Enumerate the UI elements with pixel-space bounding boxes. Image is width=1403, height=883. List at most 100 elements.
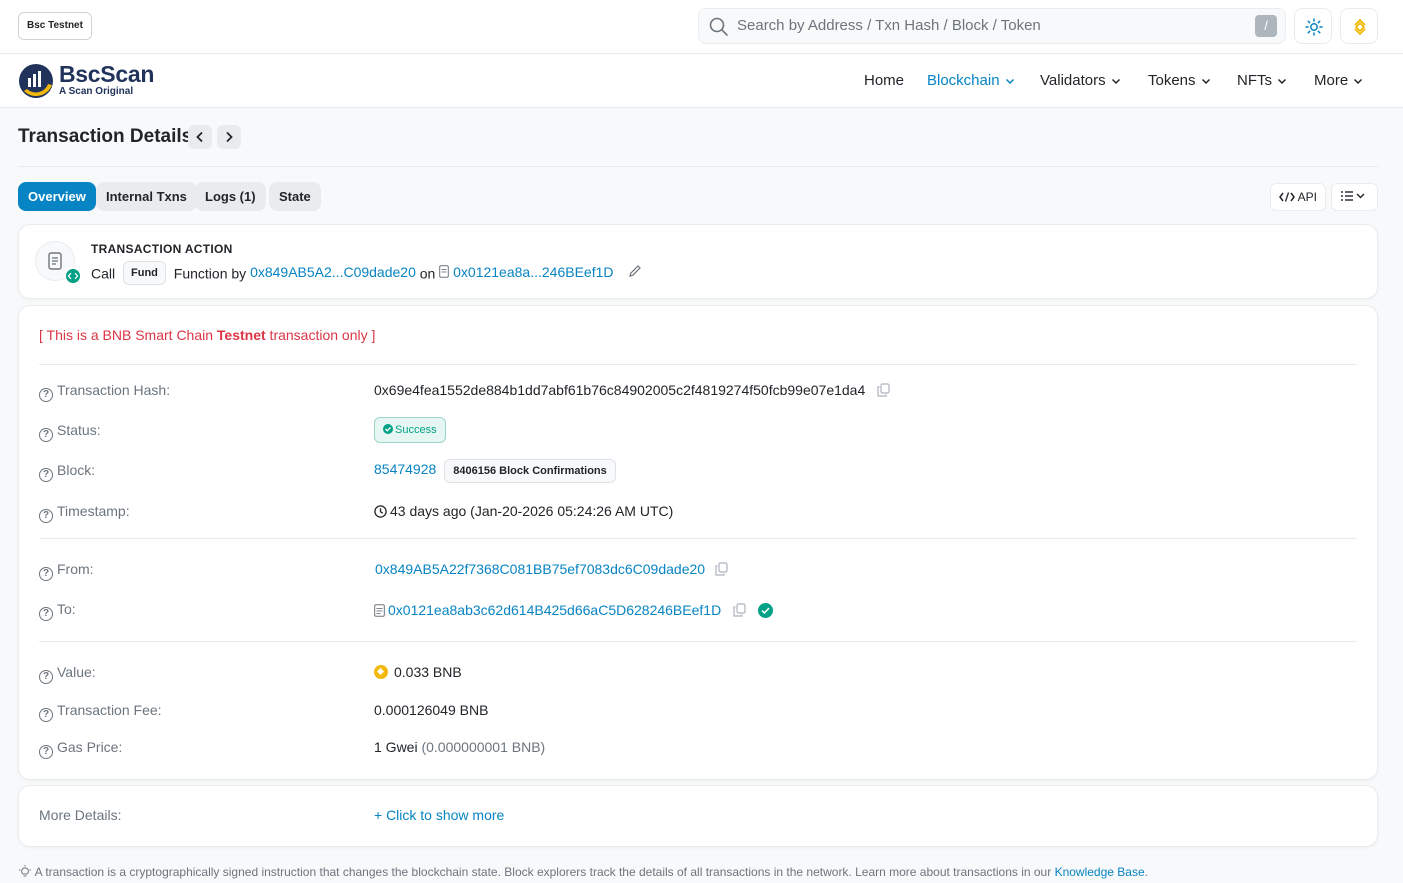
show-more-link[interactable]: + Click to show more (374, 807, 504, 823)
gas-label-text: Gas Price: (57, 739, 123, 755)
nav-home-label: Home (864, 72, 905, 89)
bnb-chain-button[interactable] (1340, 8, 1378, 44)
help-icon[interactable]: ? (39, 388, 53, 402)
action-on-text: on (419, 265, 436, 282)
to-row-label: ? To: (39, 601, 76, 621)
block-row-label: ? Block: (39, 462, 95, 482)
testnet-notice-prefix: [ This is a BNB Smart Chain (39, 327, 217, 343)
nav-more[interactable]: More (1314, 54, 1363, 108)
sun-icon (1305, 18, 1323, 36)
value-label-text: Value: (57, 664, 96, 680)
gas-price-bnb: (0.000000001 BNB) (421, 739, 546, 755)
help-icon[interactable]: ? (39, 670, 53, 684)
status-row-label: ? Status: (39, 422, 101, 442)
brand-name: BscScan (59, 61, 155, 87)
top-bar: Bsc Testnet Search by Address / Txn Hash… (0, 0, 1403, 54)
network-badge[interactable]: Bsc Testnet (18, 12, 92, 40)
api-button[interactable]: API (1270, 183, 1327, 211)
to-label-text: To: (57, 601, 76, 617)
nav-home[interactable]: Home (864, 54, 904, 108)
action-summary: Call Fund Function by 0x849AB5A2...C09da… (91, 260, 643, 286)
nav-blockchain-label: Blockchain (927, 72, 1000, 89)
contract-call-icon (35, 241, 82, 285)
search-shortcut-key: / (1255, 15, 1277, 37)
confirmations-badge: 8406156 Block Confirmations (444, 459, 616, 483)
contract-icon (374, 604, 385, 617)
gas-price: 1 Gwei (374, 739, 418, 755)
to-row-value: 0x0121ea8ab3c62d614B425d66aC5D628246BEef… (374, 602, 773, 618)
fee-row-value: 0.000126049 BNB (374, 702, 488, 718)
transaction-details-card: [ This is a BNB Smart Chain Testnet tran… (18, 305, 1378, 780)
transaction-hash: 0x69e4fea1552de884b1dd7abf61b76c84902005… (374, 382, 866, 398)
help-icon[interactable]: ? (39, 468, 53, 482)
gas-row-label: ? Gas Price: (39, 739, 122, 759)
help-icon[interactable]: ? (39, 428, 53, 442)
hash-row-value: 0x69e4fea1552de884b1dd7abf61b76c84902005… (374, 382, 890, 398)
pencil-icon[interactable] (627, 263, 643, 279)
status-badge: Success (374, 417, 446, 443)
fee-row-label: ? Transaction Fee: (39, 702, 162, 722)
bnb-coin-icon (374, 665, 388, 679)
tab-internal-txns[interactable]: Internal Txns (96, 182, 197, 211)
hash-label-text: Transaction Hash: (57, 382, 171, 398)
timestamp-label-text: Timestamp: (57, 503, 130, 519)
nav-blockchain[interactable]: Blockchain (927, 54, 1015, 108)
chevron-down-icon (1005, 79, 1014, 85)
theme-toggle-button[interactable] (1294, 8, 1332, 44)
help-icon[interactable]: ? (39, 607, 53, 621)
bscscan-logo[interactable]: BscScan A Scan Original (18, 61, 168, 101)
help-icon[interactable]: ? (39, 745, 53, 759)
next-transaction-button[interactable] (217, 125, 241, 149)
block-label-text: Block: (57, 462, 96, 478)
tab-logs[interactable]: Logs (1) (195, 182, 266, 211)
from-address-link[interactable]: 0x849AB5A22f7368C081BB75ef7083dc6C09dade… (375, 561, 705, 577)
block-number-link[interactable]: 85474928 (374, 461, 436, 477)
main-navbar: BscScan A Scan Original Home Blockchain … (0, 54, 1403, 108)
knowledge-base-link[interactable]: Knowledge Base (1055, 865, 1145, 879)
value-row-value: 0.033 BNB (374, 664, 462, 680)
from-label-text: From: (57, 561, 94, 577)
help-icon[interactable]: ? (39, 509, 53, 523)
action-to-address-link[interactable]: 0x0121ea8a...246BEef1D (453, 264, 613, 280)
prev-transaction-button[interactable] (188, 125, 212, 149)
header-divider (18, 166, 1378, 167)
list-options-icon (1341, 191, 1365, 201)
contract-icon (439, 265, 450, 278)
options-dropdown-button[interactable] (1331, 183, 1378, 211)
copy-icon[interactable] (877, 383, 890, 397)
chevron-left-icon (196, 131, 203, 143)
chevron-down-icon (1201, 79, 1210, 85)
timestamp-text: 43 days ago (Jan-20-2026 05:24:26 AM UTC… (390, 503, 674, 519)
to-address-link[interactable]: 0x0121ea8ab3c62d614B425d66aC5D628246BEef… (388, 602, 721, 618)
verified-contract-icon (757, 603, 773, 618)
copy-icon[interactable] (715, 562, 728, 576)
action-from-address-link[interactable]: 0x849AB5A2...C09dade20 (250, 264, 416, 280)
status-row-value: Success (374, 417, 446, 443)
help-icon[interactable]: ? (39, 708, 53, 722)
testnet-notice: [ This is a BNB Smart Chain Testnet tran… (39, 327, 375, 343)
section-divider (39, 538, 1357, 539)
tab-state[interactable]: State (269, 182, 321, 211)
status-text: Success (395, 424, 437, 436)
testnet-notice-emphasis: Testnet (216, 327, 266, 343)
check-circle-icon (383, 424, 393, 434)
footer-note-text: A transaction is a cryptographically sig… (34, 865, 1055, 879)
chevron-down-icon (1277, 79, 1287, 85)
tab-overview[interactable]: Overview (18, 182, 96, 211)
search-input[interactable]: Search by Address / Txn Hash / Block / T… (737, 9, 1041, 43)
transaction-action-card: TRANSACTION ACTION Call Fund Function by… (18, 224, 1378, 299)
info-footer-note: A transaction is a cryptographically sig… (18, 865, 1148, 879)
search-box[interactable]: Search by Address / Txn Hash / Block / T… (698, 8, 1286, 44)
help-icon[interactable]: ? (39, 567, 53, 581)
bnb-icon (1354, 18, 1366, 36)
nav-tokens[interactable]: Tokens (1148, 54, 1211, 108)
section-divider (39, 641, 1357, 642)
action-function-by-text: Function by (173, 265, 247, 282)
nav-nfts[interactable]: NFTs (1237, 54, 1287, 108)
chevron-down-icon (1111, 79, 1120, 85)
from-row-label: ? From: (39, 561, 94, 581)
nav-validators[interactable]: Validators (1040, 54, 1121, 108)
copy-icon[interactable] (733, 603, 746, 617)
logo-mark-icon (19, 64, 53, 98)
value-amount: 0.033 BNB (394, 664, 462, 680)
